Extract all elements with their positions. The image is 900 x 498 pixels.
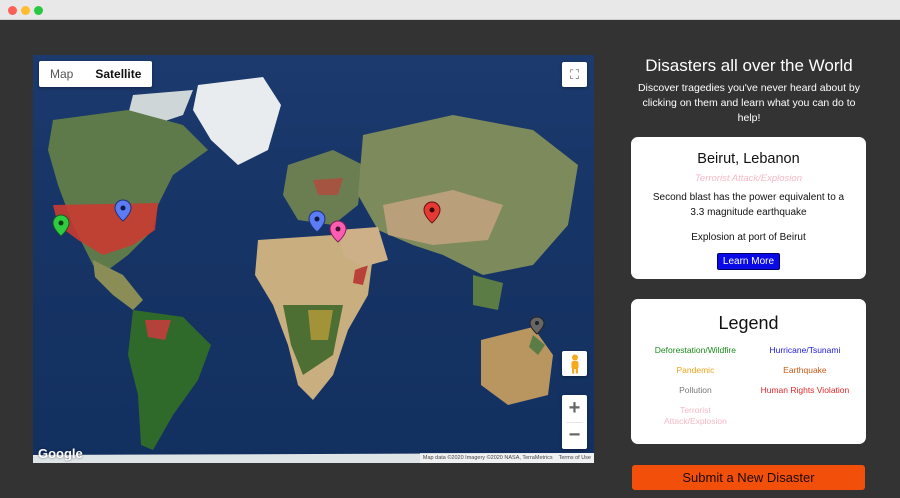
map-type-map[interactable]: Map [39, 61, 84, 87]
close-window-icon[interactable] [8, 6, 17, 15]
page-title: Disasters all over the World [645, 56, 853, 75]
map-type-satellite[interactable]: Satellite [84, 61, 152, 87]
pegman-icon [571, 354, 578, 373]
learn-more-button[interactable]: Learn More [716, 253, 781, 270]
minimize-window-icon[interactable] [21, 6, 30, 15]
disaster-location: Beirut, Lebanon [697, 151, 800, 167]
zoom-divider [566, 422, 583, 423]
zoom-out-button[interactable]: − [562, 422, 587, 449]
map-type-control: Map Satellite [39, 61, 153, 87]
window-titlebar [0, 0, 900, 20]
usa-region [53, 203, 158, 255]
legend-item-human-rights: Human Rights Violation [760, 385, 850, 395]
fullscreen-button[interactable]: ⛶ [562, 62, 587, 87]
disaster-info-card: Beirut, Lebanon Terrorist Attack/Explosi… [631, 137, 866, 279]
zoom-in-button[interactable]: + [562, 395, 587, 422]
attribution-text: Map data ©2020 Imagery ©2020 NASA, Terra… [422, 455, 553, 461]
world-map[interactable]: Map Satellite ⛶ + − Google Map data ©202… [33, 55, 594, 463]
legend-item-hurricane: Hurricane/Tsunami [769, 345, 841, 355]
disaster-summary: Explosion at port of Beirut [691, 232, 806, 243]
google-logo[interactable]: Google [38, 446, 83, 461]
terms-link[interactable]: Terms of Use [559, 455, 591, 461]
street-view-button[interactable] [562, 351, 587, 376]
disaster-category: Terrorist Attack/Explosion [694, 173, 802, 184]
map-attribution: Map data ©2020 Imagery ©2020 NASA, Terra… [419, 453, 594, 463]
marker-europe[interactable] [308, 210, 326, 233]
legend-item-pollution: Pollution [679, 385, 712, 395]
page: Map Satellite ⛶ + − Google Map data ©202… [0, 20, 900, 498]
maximize-window-icon[interactable] [34, 6, 43, 15]
disaster-description: Second blast has the power equivalent to… [652, 192, 845, 218]
page-subtitle: Discover tragedies you've never heard ab… [637, 82, 861, 124]
fullscreen-icon: ⛶ [569, 66, 580, 82]
legend-item-pandemic: Pandemic [676, 365, 715, 375]
legend-item-terrorist-attack: Terrorist Attack/Explosion [664, 405, 727, 426]
marker-us-west[interactable] [52, 214, 70, 237]
satellite-imagery [33, 77, 594, 463]
legend-item-earthquake: Earthquake [783, 365, 827, 375]
legend-card: Legend Deforestation/Wildfire Hurricane/… [631, 299, 866, 444]
legend-grid: Deforestation/Wildfire Hurricane/Tsunami… [639, 345, 858, 427]
legend-title: Legend [718, 313, 779, 333]
submit-disaster-button[interactable]: Submit a New Disaster [632, 465, 865, 490]
zoom-control: + − [562, 395, 587, 449]
legend-item-deforestation: Deforestation/Wildfire [654, 345, 737, 355]
